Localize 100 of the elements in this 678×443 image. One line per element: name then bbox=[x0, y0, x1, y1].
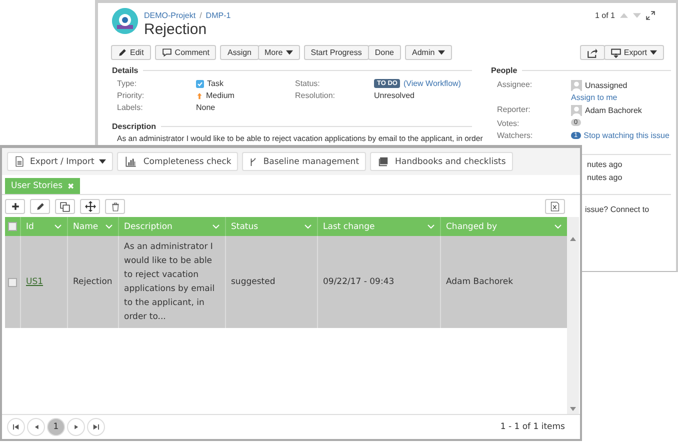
field-label: Type: bbox=[117, 79, 138, 88]
notice-text: issue? Connect to bbox=[585, 205, 650, 214]
action-button[interactable] bbox=[80, 199, 100, 214]
up-arrow-icon bbox=[620, 13, 628, 18]
expand-icon bbox=[646, 11, 655, 20]
section-heading: Details bbox=[112, 66, 138, 75]
toolbar-button[interactable]: Baseline management bbox=[242, 152, 366, 171]
field-label: Labels: bbox=[117, 103, 144, 112]
activity-time: nutes ago bbox=[587, 173, 624, 182]
priority-arrow-icon bbox=[196, 92, 203, 100]
toolbar-button[interactable]: Start Progress bbox=[304, 45, 369, 60]
bar-chart-icon bbox=[124, 156, 138, 167]
table-row[interactable]: US1 Rejection As an administrator I would like to be able to reject vacation applications by email to the applicant, in order to... suggested 09/22/17 - 09:43 Adam Bachorek bbox=[5, 236, 567, 328]
branch-icon bbox=[249, 156, 258, 168]
id-link[interactable]: US1 bbox=[26, 275, 44, 289]
breadcrumb-link[interactable]: DEMO-Projekt bbox=[144, 11, 196, 20]
pencil-icon bbox=[118, 48, 127, 57]
chevron-icon bbox=[105, 224, 113, 229]
action-button[interactable] bbox=[105, 199, 125, 214]
trash-icon bbox=[110, 202, 120, 212]
field-label: Votes: bbox=[497, 119, 520, 128]
scroll-down-icon bbox=[570, 407, 576, 411]
task-icon bbox=[196, 80, 204, 88]
field-value: None bbox=[196, 103, 216, 112]
export-icon bbox=[610, 48, 621, 58]
chevron-icon bbox=[304, 224, 312, 229]
action-button[interactable] bbox=[55, 199, 75, 214]
toolbar-button[interactable]: Completeness check bbox=[117, 152, 238, 171]
chevron-icon bbox=[427, 224, 435, 229]
table-cell-text: Rejection bbox=[73, 276, 112, 289]
field-label: Assignee: bbox=[497, 80, 534, 91]
plus-icon bbox=[10, 202, 20, 211]
share-button[interactable] bbox=[580, 45, 605, 60]
menu-button[interactable]: Admin bbox=[405, 45, 452, 60]
field-value: Unresolved bbox=[374, 91, 414, 100]
book-icon bbox=[377, 156, 390, 167]
pencil-icon bbox=[36, 202, 44, 211]
field-value: Medium bbox=[206, 91, 234, 100]
toolbar-button[interactable]: Edit bbox=[111, 45, 151, 60]
menu-button[interactable]: More bbox=[258, 45, 300, 60]
table-cell-text: As an administrator I would like to be able to reject vacation applications by email to the applicant, in order to... bbox=[124, 241, 216, 324]
previous-page-button[interactable] bbox=[27, 418, 45, 436]
previous-icon bbox=[34, 424, 38, 430]
toolbar-button[interactable]: Comment bbox=[154, 45, 216, 60]
caret-icon bbox=[650, 50, 657, 55]
page-button[interactable]: 1 bbox=[47, 418, 65, 436]
activity-time: nutes ago bbox=[587, 160, 624, 169]
last-page-icon bbox=[93, 424, 99, 430]
menu-button[interactable]: Export bbox=[604, 45, 664, 60]
section-heading: Description bbox=[112, 122, 156, 131]
chevron-icon bbox=[212, 224, 220, 229]
user-name: Unassigned bbox=[585, 81, 628, 90]
down-arrow-icon bbox=[633, 13, 641, 18]
last-page-button[interactable] bbox=[87, 418, 105, 436]
caret-icon bbox=[438, 50, 445, 55]
field-label: Status: bbox=[295, 79, 321, 88]
comment-icon bbox=[162, 48, 172, 57]
toolbar-button[interactable]: Assign bbox=[220, 45, 258, 60]
pager-summary: 1 - 1 of 1 items bbox=[500, 422, 565, 432]
action-button[interactable] bbox=[545, 199, 565, 214]
avatar-icon bbox=[571, 105, 582, 116]
spreadsheet-icon bbox=[550, 201, 560, 212]
field-value: Task bbox=[207, 79, 224, 88]
toolbar-button[interactable]: Done bbox=[368, 45, 401, 60]
next-page-button[interactable] bbox=[67, 418, 85, 436]
field-label: Watchers: bbox=[497, 131, 534, 140]
project-avatar-icon bbox=[112, 8, 138, 34]
chevron-icon bbox=[54, 224, 62, 229]
field-label: Resolution: bbox=[295, 91, 336, 100]
watch-link[interactable]: Stop watching this issue bbox=[584, 131, 670, 140]
select-all-checkbox[interactable] bbox=[8, 222, 17, 231]
action-button[interactable] bbox=[30, 199, 50, 214]
field-label: Priority: bbox=[117, 91, 146, 100]
user-name: Adam Bachorek bbox=[585, 106, 642, 115]
pager-text: 1 of 1 bbox=[594, 11, 615, 20]
move-icon bbox=[84, 201, 96, 212]
breadcrumb-separator: / bbox=[200, 11, 202, 20]
issue-title: Rejection bbox=[144, 21, 208, 38]
toolbar-button[interactable]: Handbooks and checklists bbox=[370, 152, 513, 171]
next-icon bbox=[74, 424, 78, 430]
workflow-link[interactable]: (View Workflow) bbox=[403, 79, 461, 88]
caret-icon bbox=[99, 159, 106, 164]
share-icon bbox=[586, 48, 598, 58]
toolbar-button[interactable]: Export / Import bbox=[7, 152, 114, 171]
document-icon bbox=[14, 155, 25, 168]
copy-icon bbox=[60, 202, 70, 212]
first-page-button[interactable] bbox=[7, 418, 25, 436]
breadcrumb-link[interactable]: DMP-1 bbox=[206, 11, 231, 20]
avatar-icon bbox=[571, 80, 582, 91]
table-cell-text: suggested bbox=[231, 276, 276, 289]
scrollbar[interactable] bbox=[567, 217, 579, 414]
table-cell-text: 09/22/17 - 09:43 bbox=[323, 276, 394, 289]
caret-icon bbox=[286, 50, 293, 55]
chevron-icon bbox=[554, 224, 562, 229]
first-page-icon bbox=[13, 424, 19, 430]
action-button[interactable] bbox=[5, 199, 25, 214]
field-label: Reporter: bbox=[497, 105, 532, 116]
scroll-up-icon bbox=[570, 237, 576, 241]
row-checkbox[interactable] bbox=[8, 278, 17, 286]
assign-link[interactable]: Assign to me bbox=[571, 93, 671, 102]
